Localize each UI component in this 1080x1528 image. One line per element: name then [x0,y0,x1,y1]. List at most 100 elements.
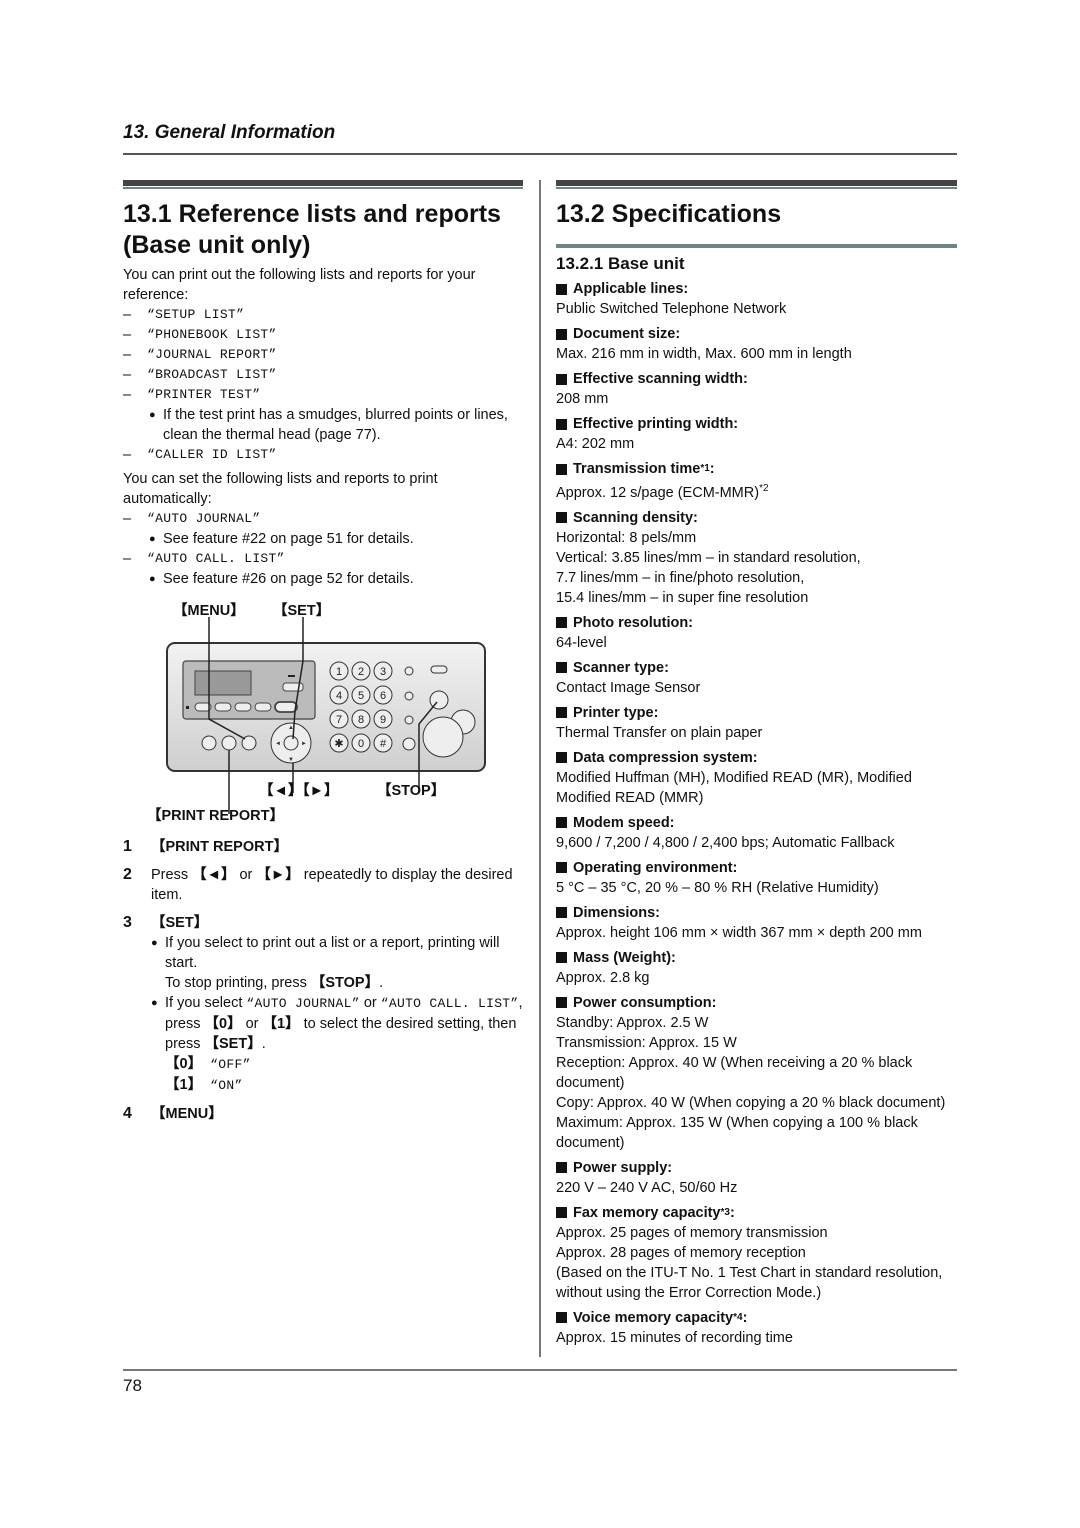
footnote-marker: *2 [759,483,769,494]
keypad-key-label: 4 [336,690,342,702]
square-bullet-icon [556,862,567,874]
spec-value: Approx. 2.8 kg [556,969,650,986]
subsection-bar [556,244,957,248]
spec-label: Document size: [556,324,957,344]
spec-item: Transmission time *1: Approx. 12 s/page (E… [556,459,957,503]
section-bar [123,180,523,187]
square-bullet-icon [556,952,567,964]
keypad-key-label: 6 [380,690,386,702]
keypad-key-label: 8 [358,714,364,726]
square-bullet-icon [556,418,567,430]
footnote-marker: *4 [733,1311,743,1323]
section-title-reference-lists: 13.1 Reference lists and reports (Base u… [123,200,501,259]
list-item: – “JOURNAL REPORT” [123,347,277,363]
spec-value: (Based on the ITU-T No. 1 Test Chart in … [556,1264,943,1301]
step-3: 3 【SET】 [123,914,209,931]
bullet-icon: ● [151,937,158,949]
footnote-marker: *1 [700,463,710,474]
spec-item: Mass (Weight): Approx. 2.8 kg [556,948,957,988]
keypad-key-label: 2 [358,666,364,678]
square-bullet-icon [556,328,567,340]
stop-label: 【STOP】 [377,783,446,799]
spec-list: Applicable lines: Public Switched Telepho… [556,279,957,1348]
spec-item: Power consumption: Standby: Approx. 2.5 W… [556,993,957,1153]
spec-value: Horizontal: 8 pels/mm [556,529,697,546]
spec-value: Approx. 15 minutes of recording time [556,1329,793,1346]
spec-value: 5 °C – 35 °C, 20 % – 80 % RH (Relative H… [556,879,879,896]
spec-label: Modem speed: [556,813,957,833]
square-bullet-icon [556,1312,567,1324]
step-2: 2 Press 【◄】 or 【►】 repeatedly to display… [123,866,513,903]
square-bullet-icon [556,1162,567,1174]
spec-item: Operating environment: 5 °C – 35 °C, 20 %… [556,858,957,898]
list-item: – “PRINTER TEST” [123,387,261,403]
bullet-note: ● See feature #26 on page 52 for details. [149,571,414,587]
spec-item: Data compression system: Modified Huffman… [556,748,957,808]
spec-item: Scanning density: Horizontal: 8 pels/mm Ve… [556,508,957,608]
keypad-key-label: 7 [336,714,342,726]
list-item: – “BROADCAST LIST” [123,367,277,383]
spec-item: Power supply: 220 V – 240 V AC, 50/60 Hz [556,1158,957,1198]
spec-value: Contact Image Sensor [556,679,701,696]
keypad-key-label: 9 [380,714,386,726]
spec-value: 9,600 / 7,200 / 4,800 / 2,400 bps; Autom… [556,834,895,851]
spec-label: Dimensions: [556,903,957,923]
square-bullet-icon [556,817,567,829]
step-3-notes: ● If you select to print out a list or a… [123,933,523,1096]
step-1: 1 【PRINT REPORT】 [123,838,288,855]
column-divider [539,180,541,1357]
spec-value: 64-level [556,634,607,651]
spec-label: Scanner type: [556,658,957,678]
spec-value: Approx. 12 s/page (ECM-MMR)*2 [556,483,769,501]
fax-control-panel-diagram: 【MENU】 【SET】 ▲ ▼ ◄ ► 1 2 3 4 5 6 7 8 9 ✱… [147,599,513,829]
square-bullet-icon [556,463,567,475]
spec-label: Photo resolution: [556,613,957,633]
bullet-icon: ● [149,573,156,585]
spec-value: Vertical: 3.85 lines/mm – in standard re… [556,549,861,566]
square-bullet-icon [556,997,567,1009]
spec-item: Dimensions: Approx. height 106 mm × width… [556,903,957,943]
spec-label: Transmission time *1: [556,459,957,479]
spec-value: Approx. height 106 mm × width 367 mm × d… [556,924,922,941]
square-bullet-icon [556,1207,567,1219]
page-number: 78 [123,1376,142,1395]
spec-label: Data compression system: [556,748,957,768]
square-bullet-icon [556,512,567,524]
subsection-title-base-unit: 13.2.1 Base unit [556,254,685,273]
report-list: – “SETUP LIST” – “PHONEBOOK LIST” – “JOURNA… [123,305,523,465]
svg-text:◄: ◄ [275,741,281,747]
spec-value: 15.4 lines/mm – in super fine resolution [556,589,809,606]
bullet-note: ● If you select “AUTO JOURNAL” or “AUTO … [151,993,523,1096]
section-bar [556,180,957,187]
list-item: – “CALLER ID LIST” [123,447,277,463]
step-4: 4 【MENU】 [123,1105,223,1122]
reference-lists-section: 13.1 Reference lists and reports (Base u… [123,180,523,1124]
spec-value: 220 V – 240 V AC, 50/60 Hz [556,1179,738,1196]
spec-value: Maximum: Approx. 135 W (When copying a 1… [556,1114,918,1151]
square-bullet-icon [556,373,567,385]
specifications-section: 13.2 Specifications 13.2.1 Base unit App… [556,180,957,1348]
spec-label: Power supply: [556,1158,957,1178]
spec-label: Effective scanning width: [556,369,957,389]
spec-value: Approx. 28 pages of memory reception [556,1244,806,1261]
spec-value: 7.7 lines/mm – in fine/photo resolution, [556,569,805,586]
spec-label: Applicable lines: [556,279,957,299]
spec-label: Effective printing width: [556,414,957,434]
section-title-specifications: 13.2 Specifications [556,200,782,228]
spec-item: Printer type: Thermal Transfer on plain p… [556,703,957,743]
square-bullet-icon [556,283,567,295]
list-item: – “PHONEBOOK LIST” [123,327,277,343]
spec-item: Applicable lines: Public Switched Telepho… [556,279,957,319]
keypad-key-label: 3 [380,666,386,678]
square-bullet-icon [556,662,567,674]
bullet-note: ● If you select to print out a list or a… [151,935,500,991]
header-rule [123,153,957,155]
footer-rule [123,1369,957,1371]
auto-intro-text: You can set the following lists and repo… [123,471,438,507]
list-item: – “SETUP LIST” [123,307,245,323]
spec-label: Voice memory capacity *4: [556,1308,957,1328]
spec-label: Mass (Weight): [556,948,957,968]
bullet-note: ● If the test print has a smudges, blurre… [149,407,508,443]
spec-value: Public Switched Telephone Network [556,301,787,317]
arrow-keys-label: 【◄】【►】 [259,783,339,799]
